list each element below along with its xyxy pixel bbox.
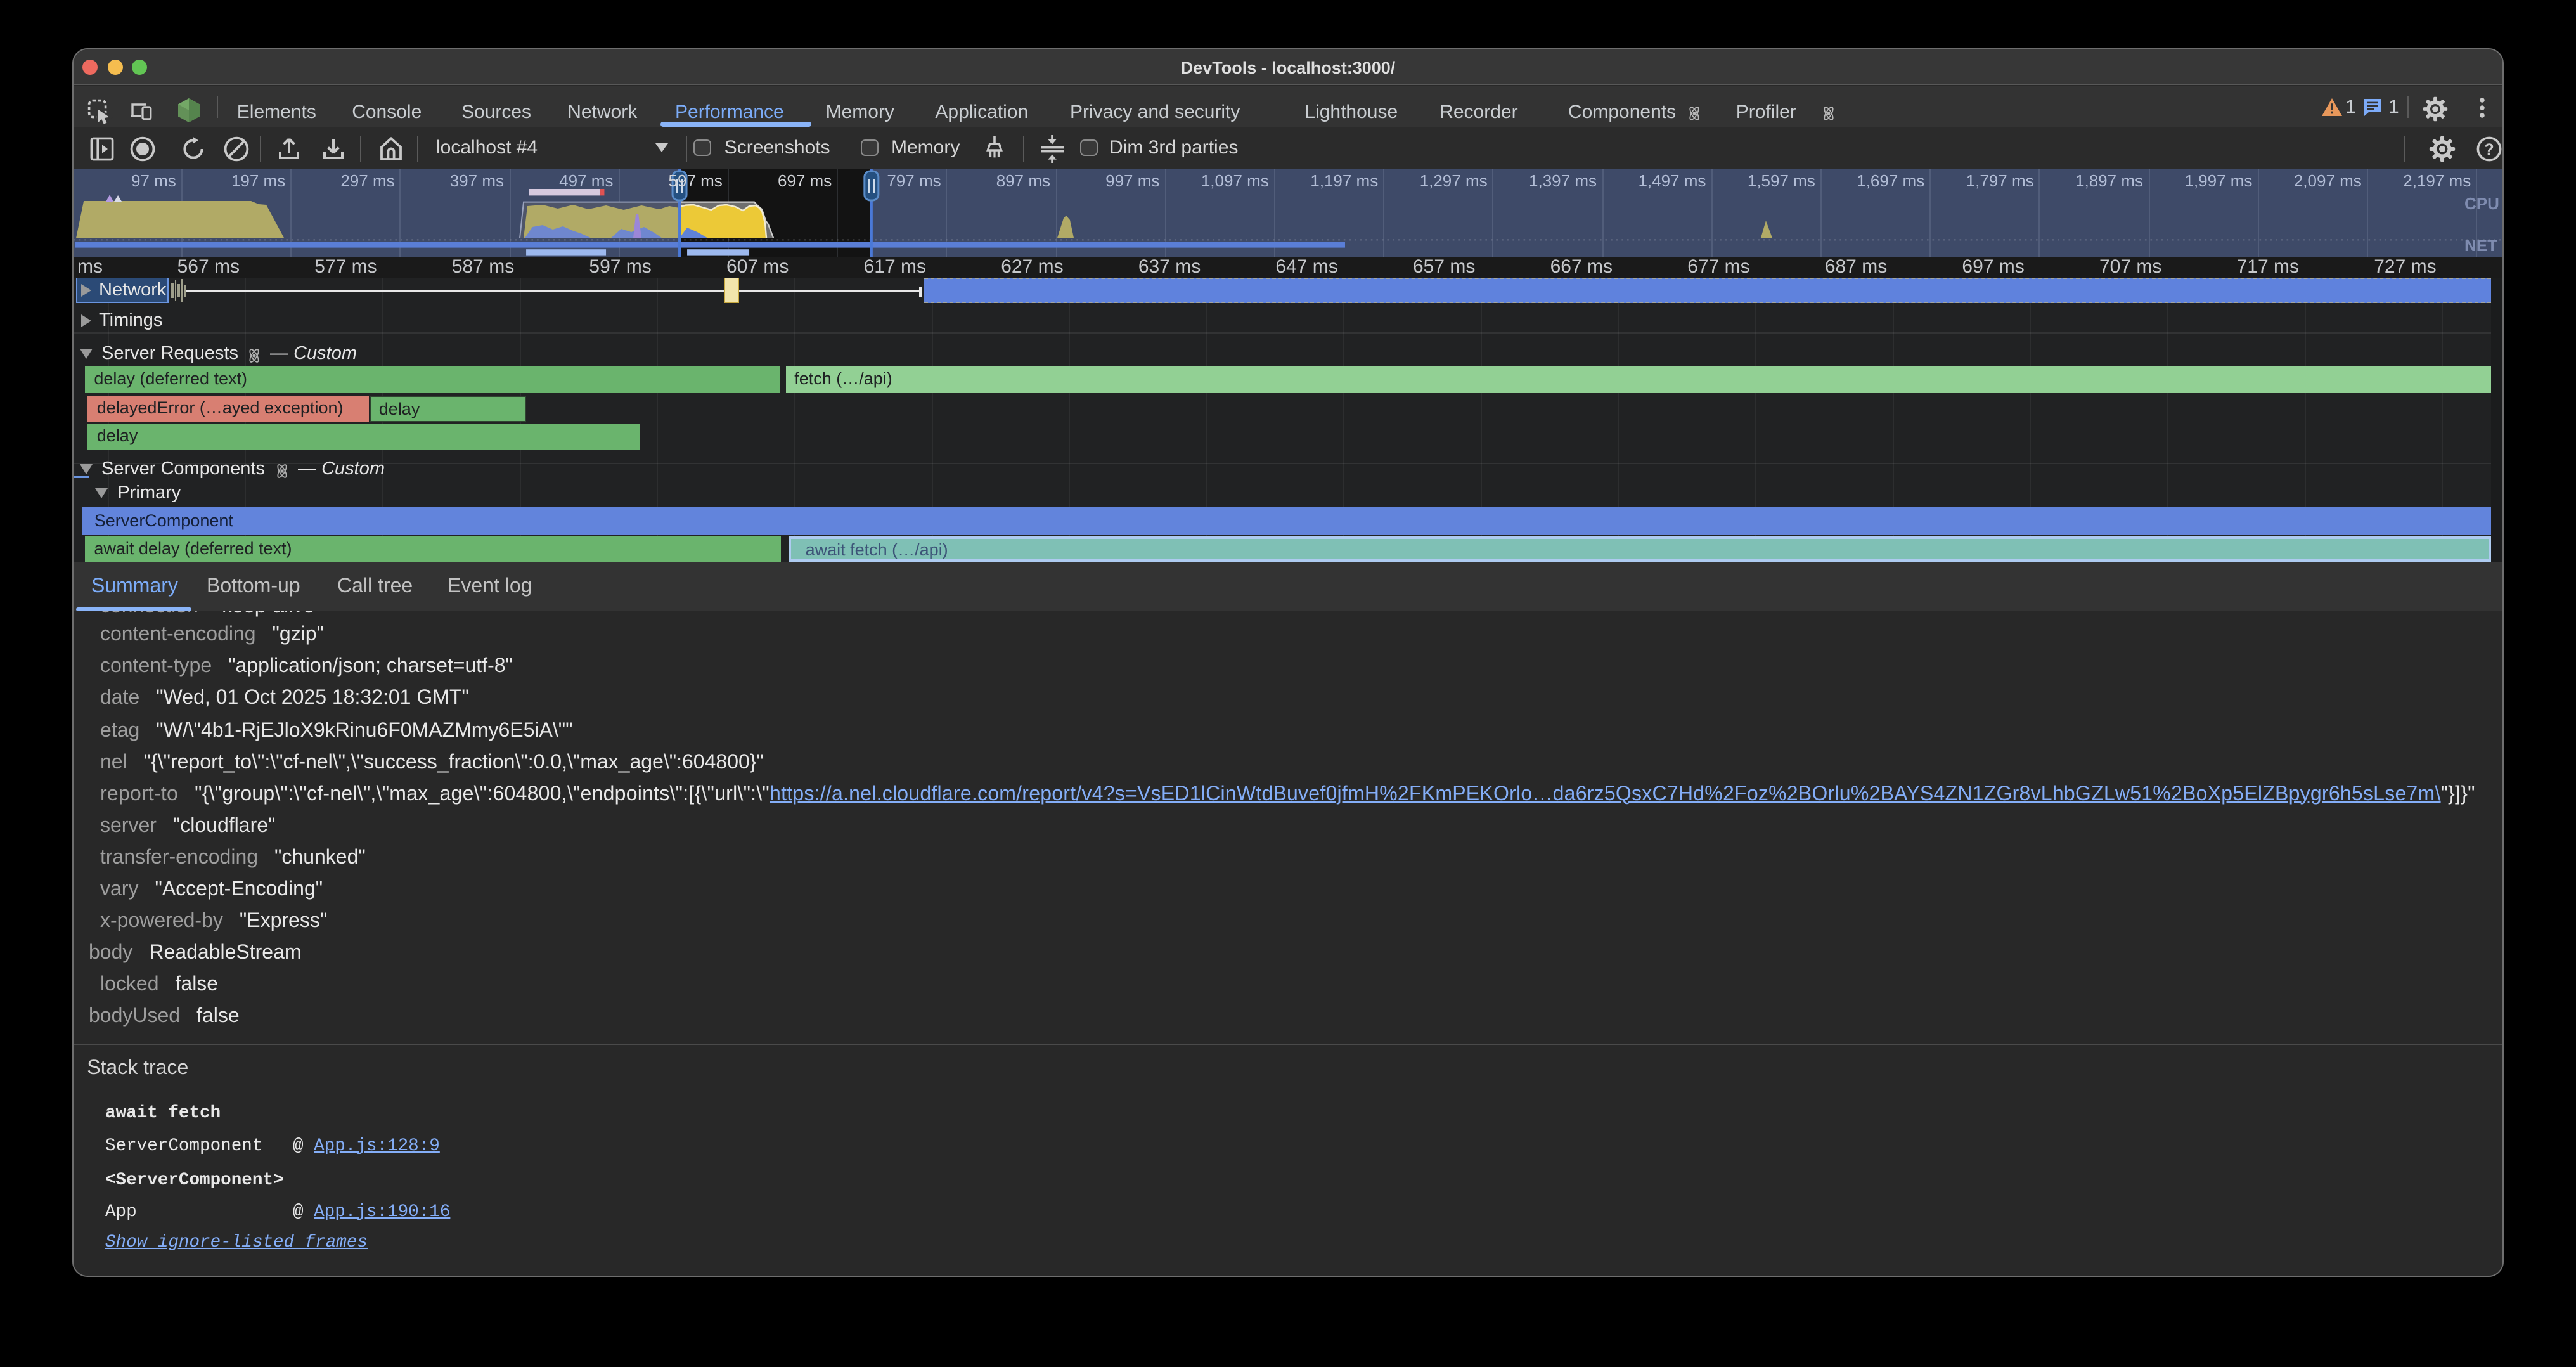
svg-text:?: ? [2484,140,2494,158]
